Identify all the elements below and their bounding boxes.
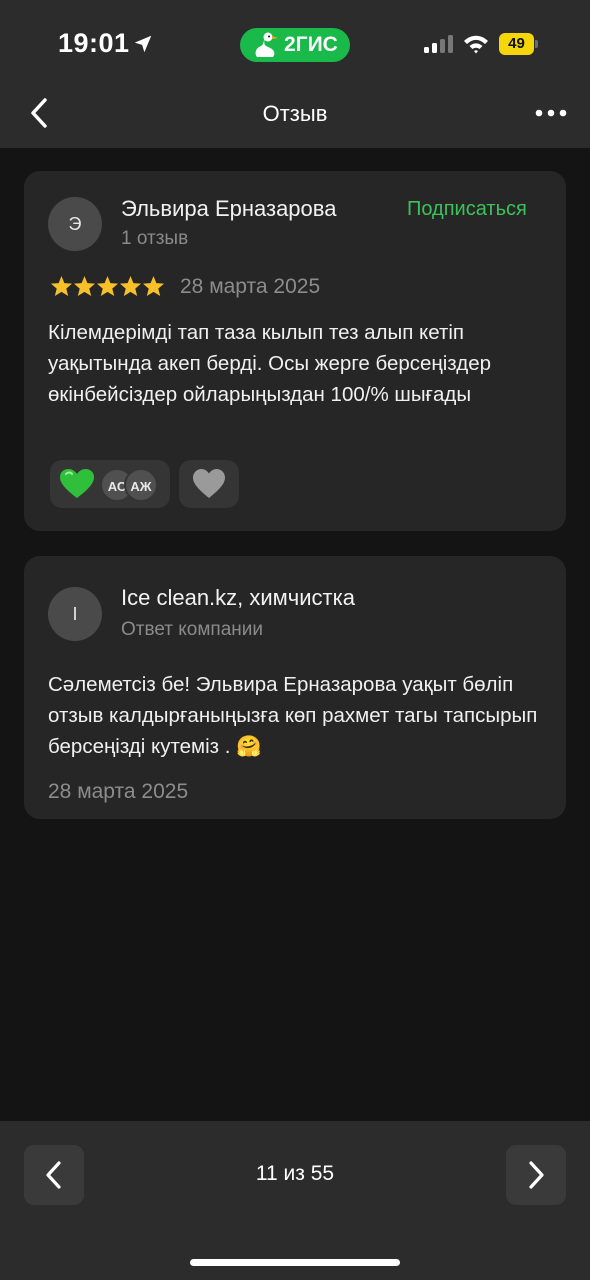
reactor-avatar: АЖ	[124, 468, 158, 502]
star-icon	[73, 275, 96, 297]
battery-indicator: 49	[499, 33, 539, 55]
brand-pill[interactable]: 2ГИС	[240, 28, 350, 62]
next-review-button[interactable]	[506, 1145, 566, 1205]
goose-logo-icon	[255, 32, 278, 57]
company-reply-text: Сәлеметсіз бе! Эльвира Ерназарова уақыт …	[48, 673, 538, 758]
author-name[interactable]: Эльвира Ерназарова	[121, 196, 336, 222]
location-arrow-icon	[134, 35, 152, 53]
more-options-icon[interactable]	[534, 102, 568, 124]
like-button[interactable]	[179, 460, 239, 508]
subscribe-button[interactable]: Подписаться	[407, 198, 527, 221]
battery-level: 49	[508, 35, 525, 52]
home-indicator[interactable]	[190, 1259, 400, 1266]
pager-counter: 11 из 55	[255, 1162, 335, 1185]
star-icon	[142, 275, 165, 297]
author-avatar[interactable]: Э	[48, 197, 102, 251]
heart-icon	[193, 469, 225, 498]
status-time: 19:01	[58, 28, 130, 58]
cellular-signal-icon	[424, 35, 453, 53]
chevron-right-icon	[529, 1161, 544, 1189]
company-name[interactable]: Ice clean.kz, химчистка	[121, 585, 355, 611]
star-icon	[96, 275, 119, 297]
company-reply-label: Ответ компании	[121, 619, 264, 640]
company-avatar[interactable]: I	[48, 587, 102, 641]
top-bar: 19:01 2ГИС 49 Отзыв	[0, 0, 590, 148]
wifi-icon	[464, 35, 488, 54]
green-heart-icon	[60, 469, 94, 498]
star-icon	[119, 275, 142, 297]
rating-stars	[50, 275, 165, 299]
review-text: Кілемдерімді тап таза кылып тез алып кет…	[48, 321, 491, 406]
review-date: 28 марта 2025	[180, 275, 321, 298]
reply-date: 28 марта 2025	[48, 780, 189, 803]
author-review-count: 1 отзыв	[121, 228, 189, 249]
bottom-pager: 11 из 55	[0, 1121, 590, 1280]
page-title: Отзыв	[262, 101, 328, 126]
review-card: Э Эльвира Ерназарова 1 отзыв Подписаться…	[24, 171, 566, 531]
star-icon	[50, 275, 73, 297]
company-reply-card: I Ice clean.kz, химчистка Ответ компании…	[24, 556, 566, 819]
reactions-button[interactable]: АС АЖ	[50, 460, 170, 508]
brand-name: 2ГИС	[284, 33, 338, 56]
status-bar: 19:01 2ГИС 49	[0, 0, 590, 90]
